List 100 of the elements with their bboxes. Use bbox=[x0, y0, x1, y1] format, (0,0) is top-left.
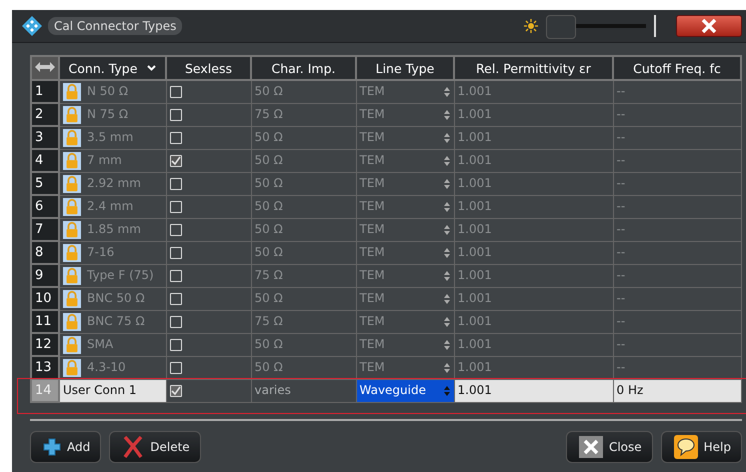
close-icon bbox=[700, 19, 718, 33]
table-cell: 0 Hz bbox=[613, 379, 741, 402]
spin-arrows-icon bbox=[442, 316, 450, 328]
add-button[interactable]: Add bbox=[30, 431, 102, 463]
checkbox[interactable] bbox=[170, 132, 182, 144]
table-cell: 1.001 bbox=[454, 241, 613, 264]
resize-columns-icon[interactable] bbox=[31, 56, 59, 80]
table-cell: 1.001 bbox=[454, 126, 613, 149]
table-cell: 1.001 bbox=[454, 310, 613, 333]
table-cell: 4.3-10 bbox=[59, 356, 166, 379]
spin-arrows-icon bbox=[442, 246, 450, 258]
spin-arrows-icon bbox=[442, 338, 450, 350]
table-cell: 1.001 bbox=[454, 287, 613, 310]
table-cell: 50 Ω bbox=[251, 333, 356, 356]
table-cell: -- bbox=[613, 241, 741, 264]
checkbox[interactable] bbox=[170, 362, 182, 374]
app-logo-icon bbox=[22, 16, 42, 36]
table-cell: -- bbox=[613, 333, 741, 356]
table-cell: 75 Ω bbox=[251, 103, 356, 126]
table-cell: -- bbox=[613, 149, 741, 172]
row-number[interactable]: 13 bbox=[31, 356, 59, 379]
row-number[interactable]: 9 bbox=[31, 264, 59, 287]
table-cell: N 50 Ω bbox=[59, 80, 166, 103]
table-cell: 50 Ω bbox=[251, 218, 356, 241]
x-icon bbox=[122, 435, 144, 459]
table-cell: -- bbox=[613, 218, 741, 241]
column-header[interactable]: Conn. Type bbox=[59, 56, 166, 80]
spin-arrows-icon bbox=[442, 362, 450, 374]
row-number[interactable]: 6 bbox=[31, 195, 59, 218]
table-cell: -- bbox=[613, 103, 741, 126]
column-header[interactable]: Cutoff Freq. fc bbox=[613, 56, 741, 80]
checkbox[interactable] bbox=[170, 224, 182, 236]
checkbox[interactable] bbox=[170, 108, 182, 121]
table-cell: 1.001 bbox=[454, 103, 613, 126]
table-cell: 1.001 bbox=[454, 172, 613, 195]
help-button[interactable]: Help bbox=[660, 431, 742, 463]
column-header[interactable]: Char. Imp. bbox=[251, 56, 356, 80]
row-number[interactable]: 5 bbox=[31, 172, 59, 195]
spin-arrows-icon bbox=[442, 292, 450, 304]
checkbox[interactable] bbox=[170, 154, 182, 167]
checkbox[interactable] bbox=[170, 384, 182, 397]
spin-arrows-icon bbox=[442, 154, 450, 166]
help-icon bbox=[674, 435, 698, 459]
table-cell: -- bbox=[613, 356, 741, 379]
row-number[interactable]: 3 bbox=[31, 126, 59, 149]
table-cell: 1.001 bbox=[454, 379, 613, 402]
checkbox[interactable] bbox=[170, 178, 182, 190]
table-cell: 7-16 bbox=[59, 241, 166, 264]
table-cell: varies bbox=[251, 379, 356, 402]
checkbox[interactable] bbox=[170, 316, 182, 328]
table-cell: 7 mm bbox=[59, 149, 166, 172]
checkbox[interactable] bbox=[170, 86, 182, 98]
table-cell: BNC 50 Ω bbox=[59, 287, 166, 310]
table-cell: 2.4 mm bbox=[59, 195, 166, 218]
line-type-spinbox[interactable]: Waveguide bbox=[356, 379, 454, 402]
table-cell: N 75 Ω bbox=[59, 103, 166, 126]
table-cell: 1.001 bbox=[454, 80, 613, 103]
table-cell: 3.5 mm bbox=[59, 126, 166, 149]
spin-arrows-icon bbox=[442, 200, 450, 212]
table-cell: 50 Ω bbox=[251, 172, 356, 195]
table-cell: -- bbox=[613, 310, 741, 333]
checkbox[interactable] bbox=[170, 270, 182, 282]
table-cell: -- bbox=[613, 80, 741, 103]
table-cell: User Conn 1 bbox=[59, 379, 166, 402]
column-header[interactable]: Sexless bbox=[166, 56, 251, 80]
table-cell: 1.001 bbox=[454, 218, 613, 241]
checkbox[interactable] bbox=[170, 292, 182, 305]
table-cell: 1.001 bbox=[454, 195, 613, 218]
column-header[interactable]: Rel. Permittivity εr bbox=[454, 56, 613, 80]
row-number[interactable]: 4 bbox=[31, 149, 59, 172]
spin-arrows-icon bbox=[442, 86, 450, 98]
row-number[interactable]: 10 bbox=[31, 287, 59, 310]
checkbox[interactable] bbox=[170, 246, 182, 259]
checkbox[interactable] bbox=[170, 338, 182, 351]
row-number[interactable]: 11 bbox=[31, 310, 59, 333]
row-number[interactable]: 1 bbox=[31, 80, 59, 103]
table-cell: 1.85 mm bbox=[59, 218, 166, 241]
close-button[interactable] bbox=[676, 15, 742, 37]
table-cell: -- bbox=[613, 126, 741, 149]
row-number[interactable]: 7 bbox=[31, 218, 59, 241]
window-title: Cal Connector Types bbox=[48, 17, 182, 35]
table-cell: 50 Ω bbox=[251, 356, 356, 379]
table-cell: 50 Ω bbox=[251, 287, 356, 310]
checkbox[interactable] bbox=[170, 200, 182, 213]
table-cell: 50 Ω bbox=[251, 80, 356, 103]
column-header[interactable]: Line Type bbox=[356, 56, 454, 80]
close-icon bbox=[578, 436, 603, 458]
delete-button[interactable]: Delete bbox=[109, 431, 201, 463]
chevron-down-icon bbox=[147, 65, 156, 71]
table-cell: 50 Ω bbox=[251, 195, 356, 218]
row-number[interactable]: 8 bbox=[31, 241, 59, 264]
row-number[interactable]: 12 bbox=[31, 333, 59, 356]
close-button[interactable]: Close bbox=[566, 431, 653, 463]
spin-arrows-icon bbox=[442, 224, 450, 236]
table-cell: -- bbox=[613, 172, 741, 195]
row-number[interactable]: 2 bbox=[31, 103, 59, 126]
sun-icon bbox=[524, 19, 538, 33]
spin-arrows-icon bbox=[442, 384, 450, 396]
table-cell: 1.001 bbox=[454, 149, 613, 172]
table-cell: Type F (75) bbox=[59, 264, 166, 287]
